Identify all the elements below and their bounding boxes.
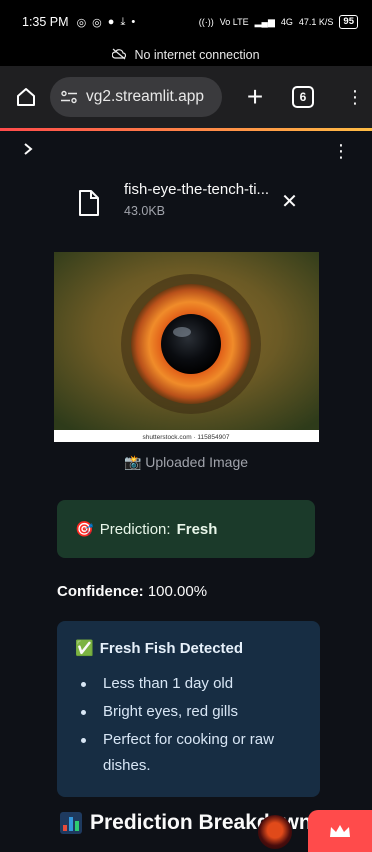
instagram-icon: ◎ <box>76 16 87 29</box>
bar-chart-icon <box>60 812 82 834</box>
chevron-right-icon <box>24 142 33 155</box>
confidence-line: Confidence: 100.00% <box>57 583 372 600</box>
battery-icon: 95 <box>339 15 358 29</box>
status-time: 1:35 PM <box>22 15 69 29</box>
browser-toolbar: vg2.streamlit.app + 6 ⋮ <box>0 66 372 128</box>
home-button[interactable] <box>12 86 40 108</box>
info-title: ✅ Fresh Fish Detected <box>75 639 304 658</box>
prediction-box: 🎯 Prediction: Fresh <box>57 500 315 558</box>
connection-text: No internet connection <box>134 48 260 62</box>
signal-icon: ▂▄▆ <box>254 16 275 27</box>
target-icon: 🎯 <box>75 521 94 538</box>
uploaded-file-item: fish-eye-the-tench-ti... 43.0KB ✕ <box>78 181 372 233</box>
list-item: Less than 1 day old <box>75 671 304 697</box>
info-list: Less than 1 day old Bright eyes, red gil… <box>75 671 304 779</box>
status-right: ((·)) Vo LTE ▂▄▆ 4G 47.1 K/S 95 <box>199 15 358 29</box>
new-tab-button[interactable]: + <box>238 81 272 113</box>
volte-label: Vo LTE <box>219 17 249 27</box>
streamlit-badge-button[interactable] <box>308 810 372 852</box>
chat-icon: ● <box>107 16 115 28</box>
creator-avatar[interactable] <box>258 815 292 849</box>
dot-icon: • <box>131 16 136 28</box>
confidence-value: 100.00% <box>147 583 208 600</box>
file-size: 43.0KB <box>124 204 166 218</box>
app-menu-button[interactable]: ⋮ <box>332 141 350 162</box>
status-bar: 1:35 PM ◎ ◎ ● ⤓ • ((·)) Vo LTE ▂▄▆ 4G 47… <box>0 0 372 44</box>
cloud-off-icon <box>112 48 127 63</box>
url-text: vg2.streamlit.app <box>86 88 205 105</box>
remove-file-button[interactable]: ✕ <box>281 189 298 214</box>
sidebar-toggle-button[interactable] <box>22 142 34 161</box>
hotspot-icon: ((·)) <box>198 17 214 27</box>
file-name: fish-eye-the-tench-ti... <box>124 181 270 198</box>
image-watermark: shutterstock.com · 115854907 <box>142 434 229 441</box>
freshness-info-box: ✅ Fresh Fish Detected Less than 1 day ol… <box>57 621 320 797</box>
phone-screen: 1:35 PM ◎ ◎ ● ⤓ • ((·)) Vo LTE ▂▄▆ 4G 47… <box>0 0 372 852</box>
url-bar[interactable]: vg2.streamlit.app <box>50 77 222 117</box>
streamlit-header: ⋮ <box>0 131 372 171</box>
confidence-label: Confidence: <box>57 583 144 600</box>
file-meta: fish-eye-the-tench-ti... 43.0KB <box>124 181 269 218</box>
image-caption: 📸 Uploaded Image <box>123 454 249 470</box>
download-icon: ⤓ <box>120 15 126 28</box>
file-icon <box>78 189 104 222</box>
home-icon <box>17 88 35 106</box>
network-label: 4G <box>280 17 293 27</box>
prediction-label: Prediction: <box>99 520 171 538</box>
prediction-value: Fresh <box>176 520 218 538</box>
browser-menu-button[interactable]: ⋮ <box>346 88 364 106</box>
speed-label: 47.1 K/S <box>298 17 334 27</box>
tab-switcher-button[interactable]: 6 <box>292 86 314 108</box>
list-item: Bright eyes, red gills <box>75 699 304 725</box>
instagram-icon-2: ◎ <box>92 16 102 29</box>
list-item: Perfect for cooking or raw dishes. <box>75 727 304 779</box>
connection-banner: No internet connection <box>0 44 372 66</box>
check-icon: ✅ <box>75 640 94 657</box>
info-title-text: Fresh Fish Detected <box>99 639 244 657</box>
notification-icons: ◎ ◎ ● ⤓ • <box>77 16 136 29</box>
uploaded-image: shutterstock.com · 115854907 <box>53 252 319 442</box>
crown-icon <box>330 825 350 837</box>
site-settings-icon[interactable] <box>60 90 78 104</box>
